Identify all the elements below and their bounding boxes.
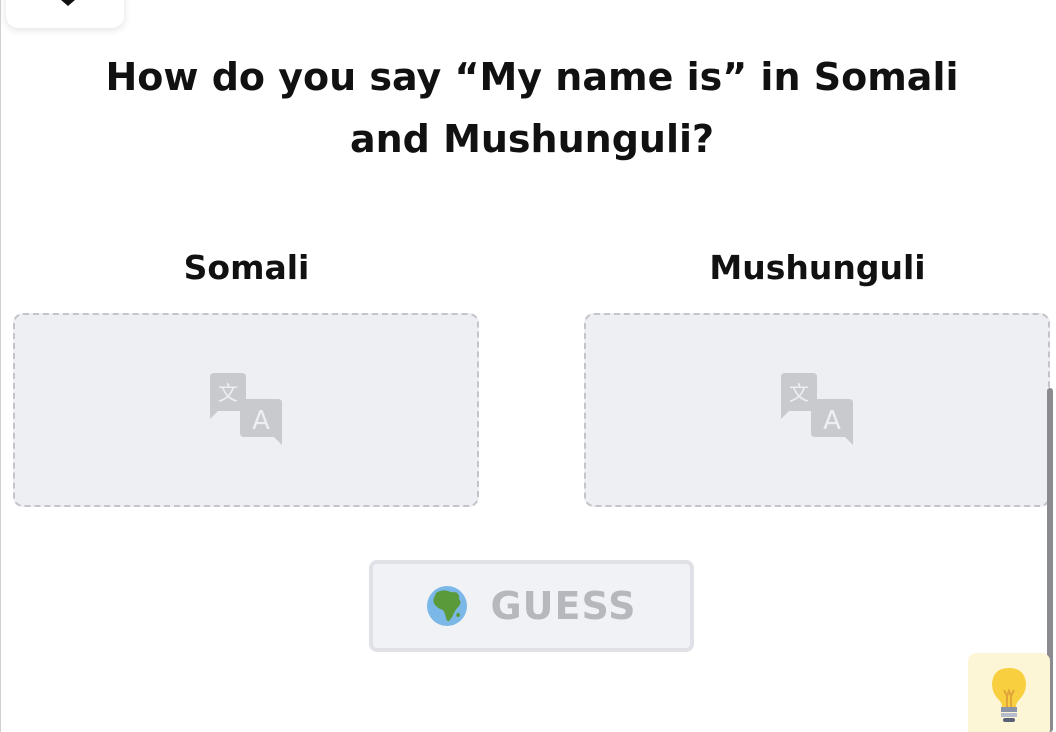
- globe-africa-icon: [427, 586, 468, 626]
- svg-text:A: A: [252, 406, 270, 436]
- guess-button-label: GUESS: [490, 584, 637, 628]
- guess-button[interactable]: GUESS: [369, 560, 694, 652]
- svg-text:文: 文: [789, 381, 809, 405]
- somali-answer-slot[interactable]: 文 A: [13, 313, 479, 507]
- left-divider: [0, 0, 1, 732]
- mushunguli-answer-slot[interactable]: 文 A: [584, 313, 1050, 507]
- chevron-down-icon: [54, 0, 82, 6]
- question-title: How do you say “My name is” in Somali an…: [105, 55, 959, 161]
- mushunguli-label: Mushunguli: [709, 248, 926, 287]
- hint-button[interactable]: [968, 653, 1050, 732]
- game-screen: How do you say “My name is” in Somali an…: [0, 0, 1056, 732]
- translate-icon: 文 A: [781, 373, 853, 445]
- translate-icon: 文 A: [210, 373, 282, 445]
- collapse-toggle[interactable]: [6, 0, 124, 28]
- lightbulb-icon: [992, 668, 1026, 722]
- svg-text:A: A: [823, 406, 841, 436]
- svg-text:文: 文: [218, 381, 238, 405]
- somali-label: Somali: [183, 248, 310, 287]
